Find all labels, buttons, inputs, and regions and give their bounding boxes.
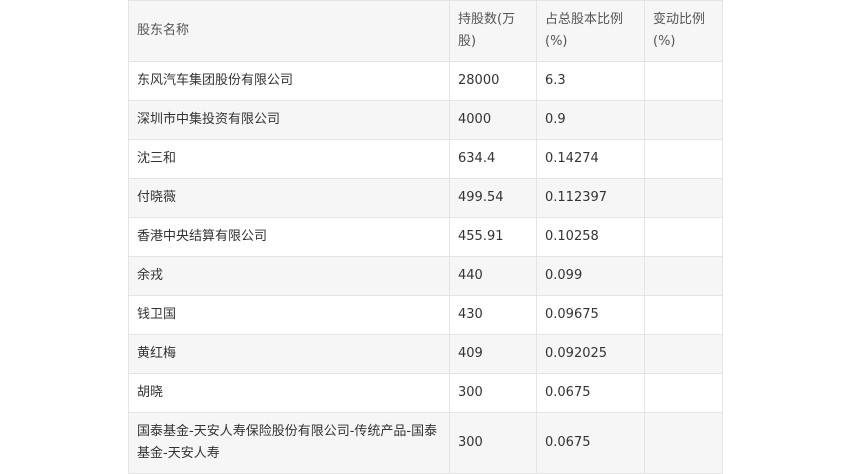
cell-shares: 409 — [449, 334, 537, 374]
cell-change-ratio — [644, 61, 723, 101]
header-share-ratio: 占总股本比例(%) — [536, 0, 645, 62]
table-row: 东风汽车集团股份有限公司 28000 6.3 — [128, 61, 723, 101]
cell-change-ratio — [644, 334, 723, 374]
table-row: 香港中央结算有限公司 455.91 0.10258 — [128, 217, 723, 257]
header-shares: 持股数(万股) — [449, 0, 537, 62]
cell-change-ratio — [644, 373, 723, 413]
cell-share-ratio: 0.14274 — [536, 139, 645, 179]
cell-shares: 300 — [449, 373, 537, 413]
cell-shares: 430 — [449, 295, 537, 335]
table-row: 余戎 440 0.099 — [128, 256, 723, 296]
cell-share-ratio: 0.0675 — [536, 412, 645, 474]
cell-shares: 300 — [449, 412, 537, 474]
shareholders-table: 股东名称 持股数(万股) 占总股本比例(%) 变动比例(%) 东风汽车集团股份有… — [128, 0, 723, 474]
table-row: 沈三和 634.4 0.14274 — [128, 139, 723, 179]
cell-shareholder-name: 黄红梅 — [128, 334, 450, 374]
cell-share-ratio: 0.099 — [536, 256, 645, 296]
cell-change-ratio — [644, 100, 723, 140]
cell-shares: 28000 — [449, 61, 537, 101]
table-row: 黄红梅 409 0.092025 — [128, 334, 723, 374]
header-change-ratio: 变动比例(%) — [644, 0, 723, 62]
cell-share-ratio: 0.0675 — [536, 373, 645, 413]
cell-shares: 4000 — [449, 100, 537, 140]
cell-share-ratio: 6.3 — [536, 61, 645, 101]
table-header-row: 股东名称 持股数(万股) 占总股本比例(%) 变动比例(%) — [128, 0, 723, 62]
cell-shareholder-name: 东风汽车集团股份有限公司 — [128, 61, 450, 101]
table-row: 胡晓 300 0.0675 — [128, 373, 723, 413]
table-row: 钱卫国 430 0.09675 — [128, 295, 723, 335]
cell-change-ratio — [644, 178, 723, 218]
cell-shareholder-name: 沈三和 — [128, 139, 450, 179]
shareholders-table-container: 股东名称 持股数(万股) 占总股本比例(%) 变动比例(%) 东风汽车集团股份有… — [128, 0, 723, 474]
cell-share-ratio: 0.9 — [536, 100, 645, 140]
cell-share-ratio: 0.112397 — [536, 178, 645, 218]
cell-change-ratio — [644, 295, 723, 335]
cell-shareholder-name: 国泰基金-天安人寿保险股份有限公司-传统产品-国泰基金-天安人寿 — [128, 412, 450, 474]
cell-change-ratio — [644, 217, 723, 257]
cell-shares: 499.54 — [449, 178, 537, 218]
cell-change-ratio — [644, 412, 723, 474]
cell-shares: 634.4 — [449, 139, 537, 179]
table-row: 国泰基金-天安人寿保险股份有限公司-传统产品-国泰基金-天安人寿 300 0.0… — [128, 412, 723, 474]
cell-shareholder-name: 深圳市中集投资有限公司 — [128, 100, 450, 140]
cell-shareholder-name: 付晓薇 — [128, 178, 450, 218]
cell-share-ratio: 0.10258 — [536, 217, 645, 257]
table-row: 深圳市中集投资有限公司 4000 0.9 — [128, 100, 723, 140]
cell-shareholder-name: 胡晓 — [128, 373, 450, 413]
cell-share-ratio: 0.092025 — [536, 334, 645, 374]
cell-shares: 440 — [449, 256, 537, 296]
cell-shareholder-name: 香港中央结算有限公司 — [128, 217, 450, 257]
cell-shareholder-name: 钱卫国 — [128, 295, 450, 335]
cell-change-ratio — [644, 256, 723, 296]
cell-shareholder-name: 余戎 — [128, 256, 450, 296]
table-row: 付晓薇 499.54 0.112397 — [128, 178, 723, 218]
cell-shares: 455.91 — [449, 217, 537, 257]
cell-change-ratio — [644, 139, 723, 179]
cell-share-ratio: 0.09675 — [536, 295, 645, 335]
header-shareholder-name: 股东名称 — [128, 0, 450, 62]
